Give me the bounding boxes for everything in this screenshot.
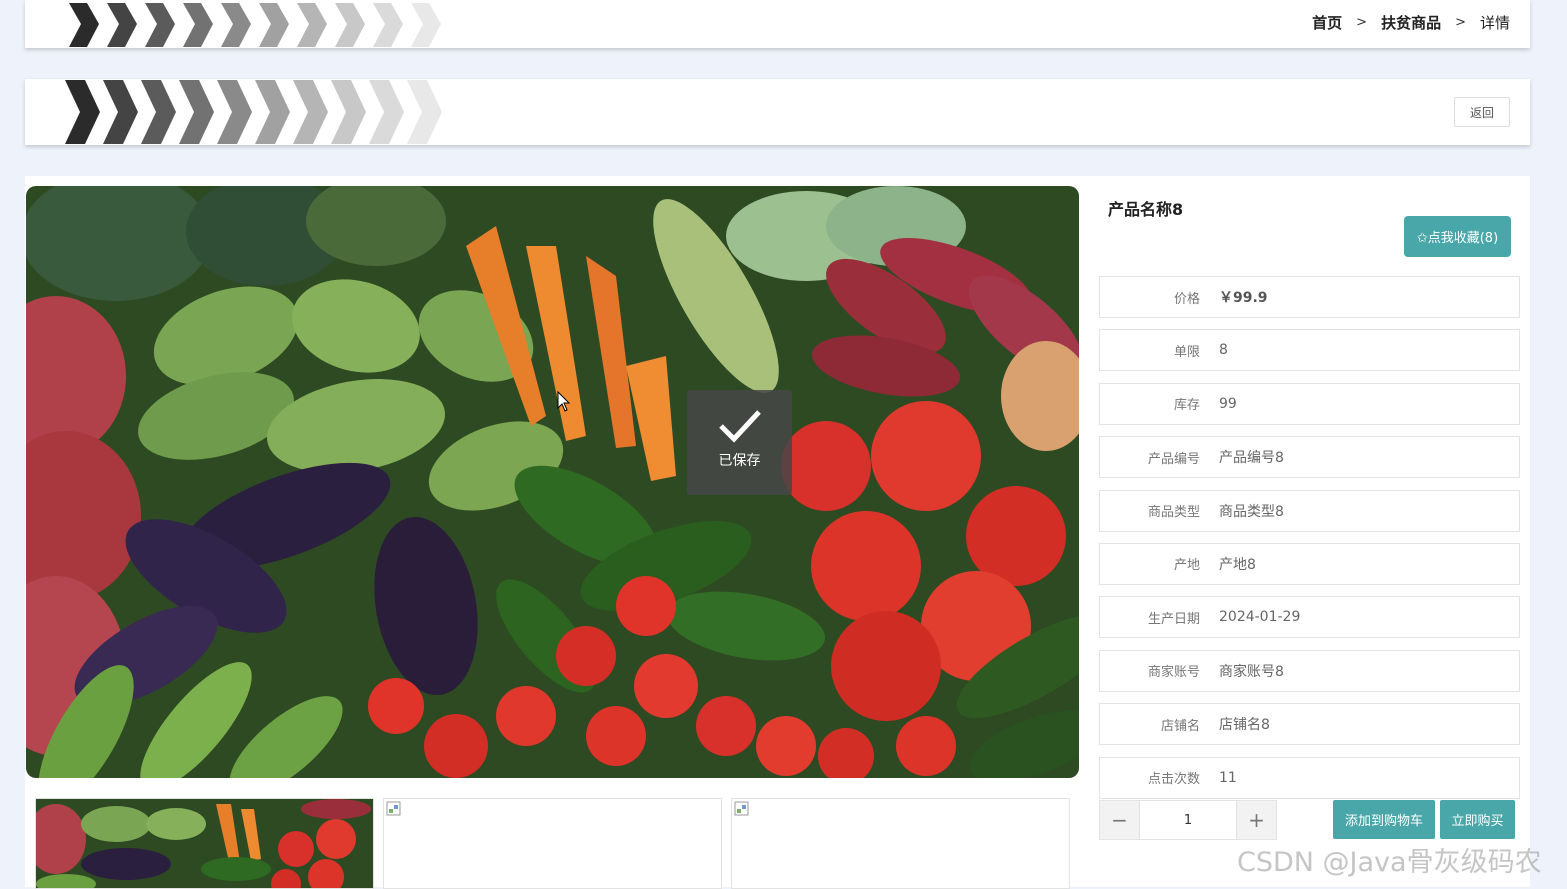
back-button[interactable]: 返回 — [1454, 97, 1510, 127]
attr-row-limit: 单限 8 — [1099, 329, 1520, 372]
attr-value: 2024-01-29 — [1219, 609, 1301, 626]
breadcrumb-bar: 首页 > 扶贫商品 > 详情 — [25, 0, 1530, 48]
attr-label: 产地 — [1173, 558, 1200, 574]
chevron-banner-decoration — [69, 3, 441, 47]
buy-now-button[interactable]: 立即购买 — [1440, 800, 1515, 839]
broken-image-icon — [734, 801, 749, 816]
attr-value: 11 — [1219, 769, 1237, 786]
attr-row-price: 价格 ￥99.9 — [1099, 276, 1520, 318]
attr-value: 商家账号8 — [1219, 663, 1284, 680]
thumbnail-2[interactable] — [383, 798, 722, 889]
check-icon — [718, 410, 761, 443]
attr-row-merchant-account: 商家账号 商家账号8 — [1099, 649, 1520, 692]
attr-label: 店铺名 — [1160, 718, 1200, 734]
broken-image-icon — [386, 801, 401, 816]
add-to-cart-button[interactable]: 添加到购物车 — [1333, 800, 1435, 839]
saved-toast: 已保存 — [687, 390, 792, 495]
decrement-button[interactable]: − — [1100, 801, 1139, 839]
attr-row-origin: 产地 产地8 — [1099, 542, 1520, 585]
attr-row-stock: 库存 99 — [1099, 382, 1520, 425]
watermark-text: CSDN @Java骨灰级码农 — [1237, 847, 1542, 878]
attr-label: 产品编号 — [1147, 451, 1200, 467]
breadcrumb-current: 详情 — [1479, 14, 1510, 32]
chevron-banner-decoration — [65, 80, 442, 144]
breadcrumb-separator: > — [1455, 15, 1466, 30]
attr-label: 商品类型 — [1147, 505, 1200, 521]
attr-row-shop-name: 店铺名 店铺名8 — [1099, 703, 1520, 746]
favorite-button[interactable]: ✩点我收藏(8) — [1404, 216, 1511, 257]
attr-value: 商品类型8 — [1219, 503, 1284, 520]
product-attributes: 价格 ￥99.9 单限 8 库存 99 产品编号 产品编号8 商品类型 商品类型… — [1099, 276, 1520, 810]
breadcrumb-home[interactable]: 首页 — [1312, 12, 1342, 33]
attr-label: 单限 — [1173, 344, 1200, 360]
product-main-image — [26, 186, 1079, 778]
breadcrumb-category[interactable]: 扶贫商品 — [1381, 12, 1441, 33]
breadcrumb-separator: > — [1356, 15, 1368, 30]
breadcrumb: 首页 > 扶贫商品 > 详情 — [1312, 12, 1510, 33]
quantity-input[interactable] — [1139, 801, 1237, 839]
attr-value: 8 — [1219, 342, 1228, 359]
attr-row-product-code: 产品编号 产品编号8 — [1099, 436, 1520, 479]
mouse-cursor-icon — [557, 391, 571, 412]
increment-button[interactable]: + — [1237, 801, 1276, 839]
attr-value: 产地8 — [1219, 556, 1256, 573]
attr-label: 价格 — [1173, 291, 1200, 307]
attr-row-production-date: 生产日期 2024-01-29 — [1099, 596, 1520, 639]
attr-row-product-type: 商品类型 商品类型8 — [1099, 489, 1520, 532]
attr-value: 产品编号8 — [1219, 450, 1284, 467]
attr-value: 99 — [1219, 395, 1237, 412]
attr-label: 点击次数 — [1147, 772, 1200, 788]
attr-label: 生产日期 — [1147, 611, 1200, 627]
action-bar: 返回 — [25, 79, 1530, 145]
quantity-stepper: − + — [1099, 800, 1277, 840]
attr-label: 商家账号 — [1147, 665, 1200, 681]
toast-message: 已保存 — [718, 453, 761, 469]
attr-value: ￥99.9 — [1219, 290, 1268, 306]
attr-value: 店铺名8 — [1219, 717, 1270, 734]
attr-label: 库存 — [1173, 398, 1200, 414]
thumbnail-3[interactable] — [731, 798, 1070, 889]
attr-row-clicks: 点击次数 11 — [1099, 756, 1520, 799]
thumbnail-1[interactable] — [35, 798, 374, 889]
product-name: 产品名称8 — [1108, 200, 1184, 219]
